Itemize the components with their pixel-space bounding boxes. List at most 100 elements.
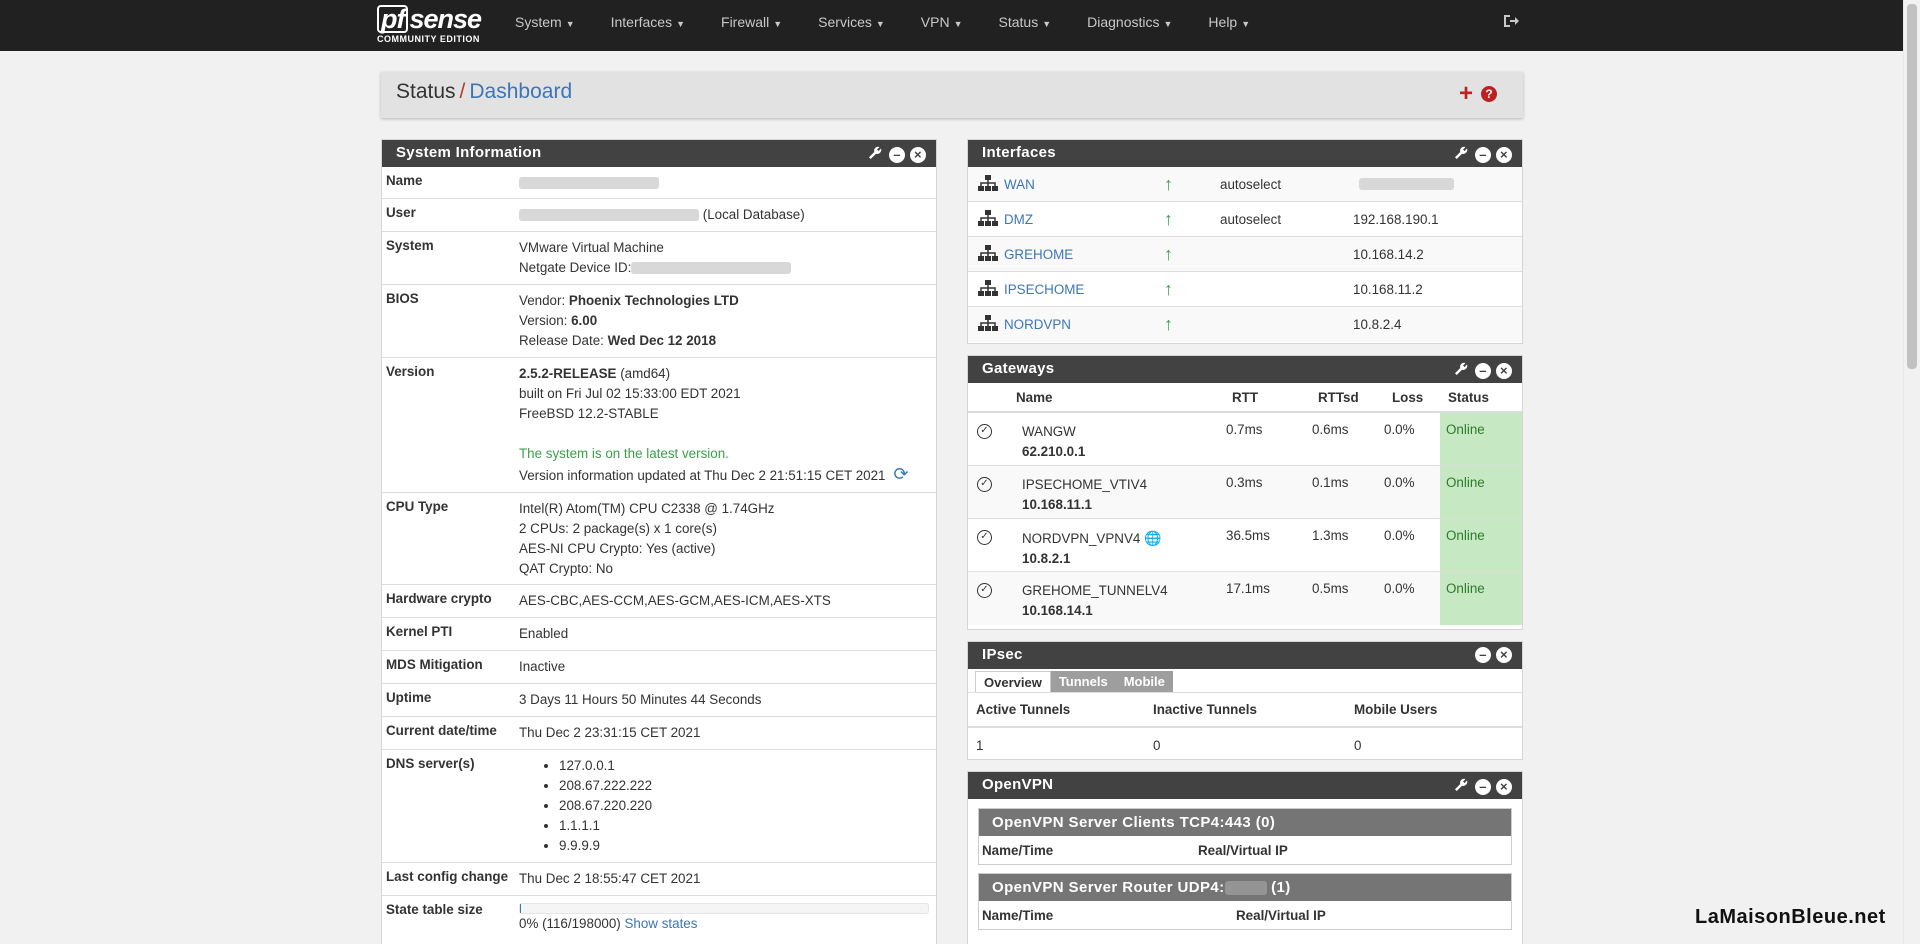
tab-mobile[interactable]: Mobile [1115,671,1173,692]
caret-down-icon: ▼ [676,19,686,29]
dns-server: 9.9.9.9 [559,836,934,856]
widget-header: Gateways – × [968,356,1522,383]
interface-row: IPSECHOME ↑ 10.168.11.2 [968,272,1522,307]
gateways-table-header: Name RTT RTTsd Loss Status [968,383,1522,413]
wrench-icon[interactable] [1453,145,1469,165]
gateway-row: ✓ GREHOME_TUNNELV4 10.168.14.1 17.1ms 0.5… [968,572,1522,625]
status-badge: Online [1440,519,1522,571]
network-icon [978,244,1000,264]
caret-down-icon: ▼ [773,19,783,29]
interface-link[interactable]: NORDVPN [1004,317,1164,332]
arrow-up-icon: ↑ [1164,278,1173,299]
arrow-up-icon: ↑ [1164,208,1173,229]
interface-link[interactable]: WAN [1004,177,1164,192]
gateways-list: ✓ WANGW 62.210.0.1 0.7ms 0.6ms 0.0% Onlin… [968,413,1522,625]
interface-row: NORDVPN ↑ 10.8.2.4 [968,307,1522,342]
redacted-name [519,177,659,190]
redacted-user [519,209,699,222]
wrench-icon[interactable] [867,145,883,165]
network-icon [978,209,1000,229]
wrench-icon[interactable] [1453,361,1469,381]
redacted-port [1224,881,1267,896]
network-icon [978,174,1000,194]
caret-down-icon: ▼ [875,19,885,29]
info-row-datetime: Current date/time Thu Dec 2 23:31:15 CET… [382,717,936,750]
gateway-row: ✓ NORDVPN_VPNV4 🌐 10.8.2.1 36.5ms 1.3ms 0… [968,519,1522,572]
interface-row: DMZ ↑ autoselect 192.168.190.1 [968,202,1522,237]
caret-down-icon: ▼ [1241,19,1251,29]
menu-diagnostics[interactable]: Diagnostics ▼ [1069,0,1190,51]
menu-status[interactable]: Status ▼ [981,0,1070,51]
interface-link[interactable]: GREHOME [1004,247,1164,262]
check-circle-icon: ✓ [977,530,992,545]
tab-overview[interactable]: Overview [975,671,1051,692]
info-row-uptime: Uptime 3 Days 11 Hours 50 Minutes 44 Sec… [382,684,936,717]
caret-down-icon: ▼ [1042,19,1052,29]
interfaces-widget: Interfaces – × WAN ↑ autoselect DMZ ↑ au… [967,139,1523,344]
widget-header: OpenVPN – × [968,772,1522,799]
scrollbar-thumb[interactable] [1907,4,1917,369]
show-states-link[interactable]: Show states [624,916,697,931]
dns-list: 127.0.0.1 208.67.222.222 208.67.220.220 … [519,756,934,856]
redacted-device-id [631,262,792,275]
wrench-icon[interactable] [1453,777,1469,797]
ipsec-table-header: Active Tunnels Inactive Tunnels Mobile U… [968,692,1522,728]
arrow-up-icon: ↑ [1164,243,1173,264]
help-icon[interactable]: ? [1481,86,1497,102]
ipsec-tabs: Overview Tunnels Mobile [968,669,1522,692]
minimize-icon[interactable]: – [1475,779,1491,795]
dns-server: 208.67.222.222 [559,776,934,796]
gateway-row: ✓ IPSECHOME_VTIV4 10.168.11.1 0.3ms 0.1ms… [968,466,1522,519]
openvpn-widget: OpenVPN – × OpenVPN Server Clients TCP4:… [967,771,1523,944]
caret-down-icon: ▼ [565,19,575,29]
info-row-kpti: Kernel PTI Enabled [382,618,936,651]
dns-server: 1.1.1.1 [559,816,934,836]
tab-tunnels[interactable]: Tunnels [1050,671,1116,692]
interface-link[interactable]: IPSECHOME [1004,282,1164,297]
close-icon[interactable]: × [1496,363,1512,379]
system-information-widget: System Information – × Name User (Local … [381,139,937,944]
refresh-icon[interactable]: ⟳ [894,464,909,484]
dns-server: 208.67.220.220 [559,796,934,816]
minimize-icon[interactable]: – [889,147,905,163]
caret-down-icon: ▼ [1163,19,1173,29]
info-row-lastconfig: Last config change Thu Dec 2 18:55:47 CE… [382,863,936,896]
dns-server: 127.0.0.1 [559,756,934,776]
info-row-bios: BIOS Vendor: Phoenix Technologies LTD Ve… [382,285,936,358]
info-row-state-table: State table size 0% (116/198000) Show st… [382,896,936,944]
check-circle-icon: ✓ [977,424,992,439]
menu-system[interactable]: System ▼ [497,0,593,51]
redacted-ip [1359,178,1454,190]
version-status: The system is on the latest version. [519,446,729,461]
minimize-icon[interactable]: – [1475,363,1491,379]
arrow-up-icon: ↑ [1164,314,1173,334]
close-icon[interactable]: × [1496,147,1512,163]
close-icon[interactable]: × [1496,647,1512,663]
breadcrumb-bar: Status / Dashboard + ? [381,72,1523,118]
menu-help[interactable]: Help ▼ [1190,0,1268,51]
breadcrumb-dashboard[interactable]: Dashboard [469,80,572,103]
pfsense-logo[interactable]: pf sense COMMUNITY EDITION [377,3,487,47]
close-icon[interactable]: × [1496,779,1512,795]
main-menu: System ▼ Interfaces ▼ Firewall ▼ Services ▼ … [497,0,1268,51]
openvpn-server-udp: OpenVPN Server Router UDP4: (1) Name/Tim… [978,873,1512,930]
info-row-cpu: CPU Type Intel(R) Atom(TM) CPU C2338 @ 1… [382,493,936,585]
check-circle-icon: ✓ [977,583,992,598]
globe-icon: 🌐 [1144,530,1162,546]
network-icon [978,279,1000,299]
gateways-widget: Gateways – × Name RTT RTTsd Loss Status … [967,355,1523,630]
menu-interfaces[interactable]: Interfaces ▼ [593,0,703,51]
minimize-icon[interactable]: – [1475,647,1491,663]
minimize-icon[interactable]: – [1475,147,1491,163]
widget-header: IPsec – × [968,642,1522,669]
menu-vpn[interactable]: VPN ▼ [903,0,981,51]
add-widget-icon[interactable]: + [1459,82,1473,106]
menu-firewall[interactable]: Firewall ▼ [703,0,800,51]
breadcrumb-separator: / [459,80,466,103]
page-scrollbar[interactable] [1903,0,1920,944]
menu-services[interactable]: Services ▼ [800,0,903,51]
close-icon[interactable]: × [910,147,926,163]
status-badge: Online [1440,413,1522,465]
interface-link[interactable]: DMZ [1004,212,1164,227]
sign-out-icon[interactable] [1502,12,1520,35]
